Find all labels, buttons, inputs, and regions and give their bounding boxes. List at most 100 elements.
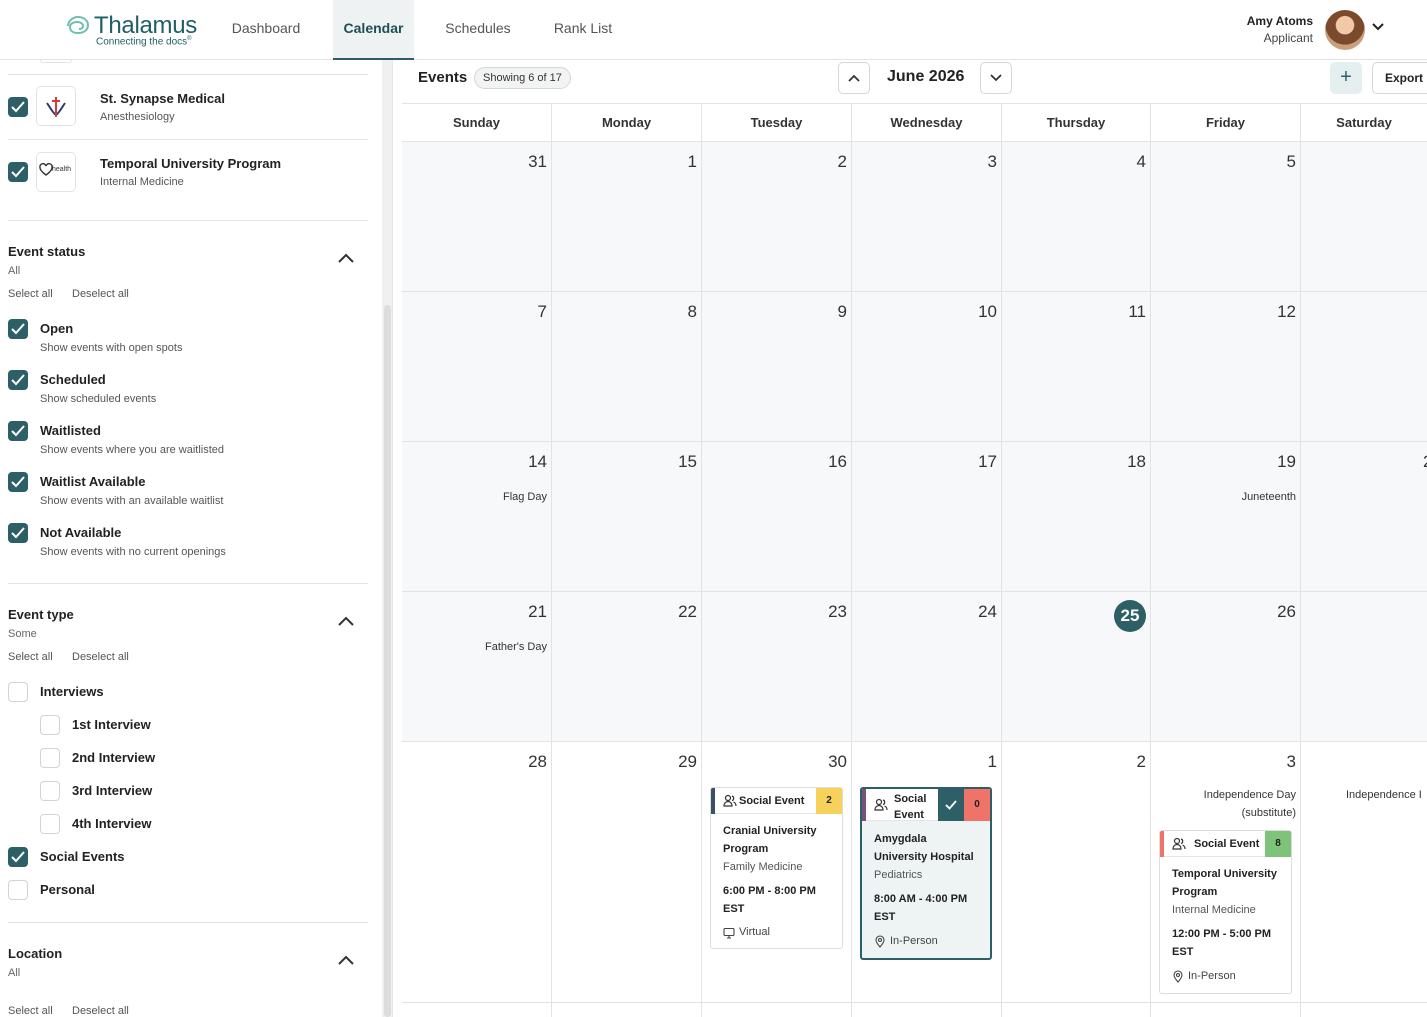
event-location: Virtual: [739, 926, 770, 938]
day-cell[interactable]: 21 Father's Day: [402, 592, 552, 742]
add-event-button[interactable]: +: [1330, 62, 1362, 94]
status-scheduled-checkbox[interactable]: [8, 370, 28, 390]
day-number: 5: [1286, 152, 1296, 171]
prev-month-button[interactable]: [838, 62, 870, 94]
day-cell-today[interactable]: 25: [1002, 592, 1151, 742]
day-cell[interactable]: 7: [402, 292, 552, 442]
calendar-title: Events: [418, 69, 468, 86]
day-cell[interactable]: 2: [1002, 742, 1151, 1003]
user-info[interactable]: Amy Atoms Applicant: [1247, 14, 1313, 45]
day-cell[interactable]: 9: [702, 292, 852, 442]
program-name: St. Synapse Medical: [100, 91, 225, 106]
next-month-button[interactable]: [980, 62, 1012, 94]
day-cell[interactable]: [1301, 592, 1427, 742]
divider: [8, 922, 368, 923]
open-spots-count: 8: [1265, 831, 1291, 857]
type-3rd-interview-checkbox[interactable]: [40, 781, 60, 801]
day-cell[interactable]: 26: [1151, 592, 1301, 742]
status-waitlist-available-desc: Show events with an available waitlist: [40, 495, 224, 507]
event-type-label: Social Event: [1194, 838, 1260, 850]
day-cell[interactable]: 18: [1002, 442, 1151, 592]
status-not-available-checkbox[interactable]: [8, 523, 28, 543]
location-select-all[interactable]: Select all: [8, 1005, 53, 1017]
pin-icon: [875, 935, 885, 948]
day-number: 3: [1286, 752, 1296, 771]
event-card-cranial[interactable]: Social Event 2 Cranial University Program…: [710, 787, 843, 949]
avatar[interactable]: [1325, 10, 1365, 50]
export-button[interactable]: Export: [1372, 62, 1427, 94]
day-cell[interactable]: 10: [852, 292, 1002, 442]
status-deselect-all[interactable]: Deselect all: [72, 288, 129, 300]
type-select-all[interactable]: Select all: [8, 651, 53, 663]
day-cell[interactable]: 3: [852, 142, 1002, 292]
chevron-up-icon[interactable]: [338, 252, 354, 264]
day-cell[interactable]: 5: [1151, 142, 1301, 292]
type-deselect-all[interactable]: Deselect all: [72, 651, 129, 663]
event-card-temporal[interactable]: Social Event 8 Temporal University Progra…: [1159, 830, 1292, 994]
divider: [8, 139, 368, 140]
scheduled-status: [938, 789, 964, 821]
type-interviews-checkbox[interactable]: [8, 682, 28, 702]
people-icon: [723, 794, 737, 807]
type-social-checkbox[interactable]: [8, 847, 28, 867]
nav-rank-list[interactable]: Rank List: [543, 0, 623, 60]
weekday-saturday: Saturday: [1301, 104, 1427, 142]
day-cell[interactable]: 31: [402, 142, 552, 292]
chevron-down-icon[interactable]: [1371, 20, 1385, 34]
status-waitlist-available-checkbox[interactable]: [8, 472, 28, 492]
program-checkbox-temporal[interactable]: [8, 162, 28, 182]
type-personal-checkbox[interactable]: [8, 880, 28, 900]
chevron-up-icon[interactable]: [338, 954, 354, 966]
weekday-thursday: Thursday: [1002, 104, 1151, 142]
day-cell[interactable]: 22: [552, 592, 702, 742]
status-select-all[interactable]: Select all: [8, 288, 53, 300]
day-cell[interactable]: 28: [402, 742, 552, 1003]
day-number: 4: [1136, 152, 1146, 171]
day-cell[interactable]: 2: [702, 142, 852, 292]
nav-dashboard[interactable]: Dashboard: [220, 0, 312, 60]
day-cell[interactable]: 8: [552, 292, 702, 442]
location-deselect-all[interactable]: Deselect all: [72, 1005, 129, 1017]
event-card-amygdala[interactable]: Social Event 0 Amygdala University Hospita…: [860, 787, 992, 960]
day-cell[interactable]: [1301, 292, 1427, 442]
program-checkbox-st-synapse[interactable]: [8, 97, 28, 117]
day-cell[interactable]: 16: [702, 442, 852, 592]
chevron-down-icon: [990, 74, 1002, 82]
event-specialty: Internal Medicine: [1172, 904, 1256, 916]
type-4th-interview-checkbox[interactable]: [40, 814, 60, 834]
day-cell[interactable]: 17: [852, 442, 1002, 592]
day-cell[interactable]: 24: [852, 592, 1002, 742]
day-cell[interactable]: 15: [552, 442, 702, 592]
next-week-row: [402, 1003, 1427, 1017]
nav-calendar[interactable]: Calendar: [333, 0, 414, 60]
weekday-sunday: Sunday: [402, 104, 552, 142]
day-cell[interactable]: 19 Juneteenth: [1151, 442, 1301, 592]
day-cell[interactable]: 14 Flag Day: [402, 442, 552, 592]
status-open-checkbox[interactable]: [8, 319, 28, 339]
open-spots-count: 0: [964, 789, 990, 821]
location-title: Location: [8, 946, 63, 961]
chevron-up-icon[interactable]: [338, 615, 354, 627]
day-cell[interactable]: Independence I: [1301, 742, 1427, 1003]
day-cell[interactable]: 11: [1002, 292, 1151, 442]
day-cell[interactable]: [1301, 142, 1427, 292]
day-cell[interactable]: 4: [1002, 142, 1151, 292]
day-cell[interactable]: 2: [1301, 442, 1427, 592]
status-waitlisted-checkbox[interactable]: [8, 421, 28, 441]
showing-badge: Showing 6 of 17: [474, 67, 571, 89]
nav-schedules[interactable]: Schedules: [434, 0, 522, 60]
day-cell[interactable]: 12: [1151, 292, 1301, 442]
sidebar-scrollbar-thumb[interactable]: [384, 305, 391, 1017]
thalamus-logo[interactable]: Thalamus Connecting the docs®: [64, 12, 214, 52]
day-cell[interactable]: 29: [552, 742, 702, 1003]
type-1st-interview-checkbox[interactable]: [40, 715, 60, 735]
holiday-label: Flag Day: [502, 491, 547, 503]
type-2nd-interview-checkbox[interactable]: [40, 748, 60, 768]
type-4th-interview-label: 4th Interview: [72, 816, 152, 831]
monitor-icon: [723, 927, 735, 939]
day-cell[interactable]: 1: [552, 142, 702, 292]
top-navigation: Thalamus Connecting the docs® Dashboard …: [0, 0, 1427, 60]
day-cell[interactable]: 23: [702, 592, 852, 742]
day-number: 17: [978, 452, 997, 471]
program-specialty: Anesthesiology: [100, 111, 175, 123]
